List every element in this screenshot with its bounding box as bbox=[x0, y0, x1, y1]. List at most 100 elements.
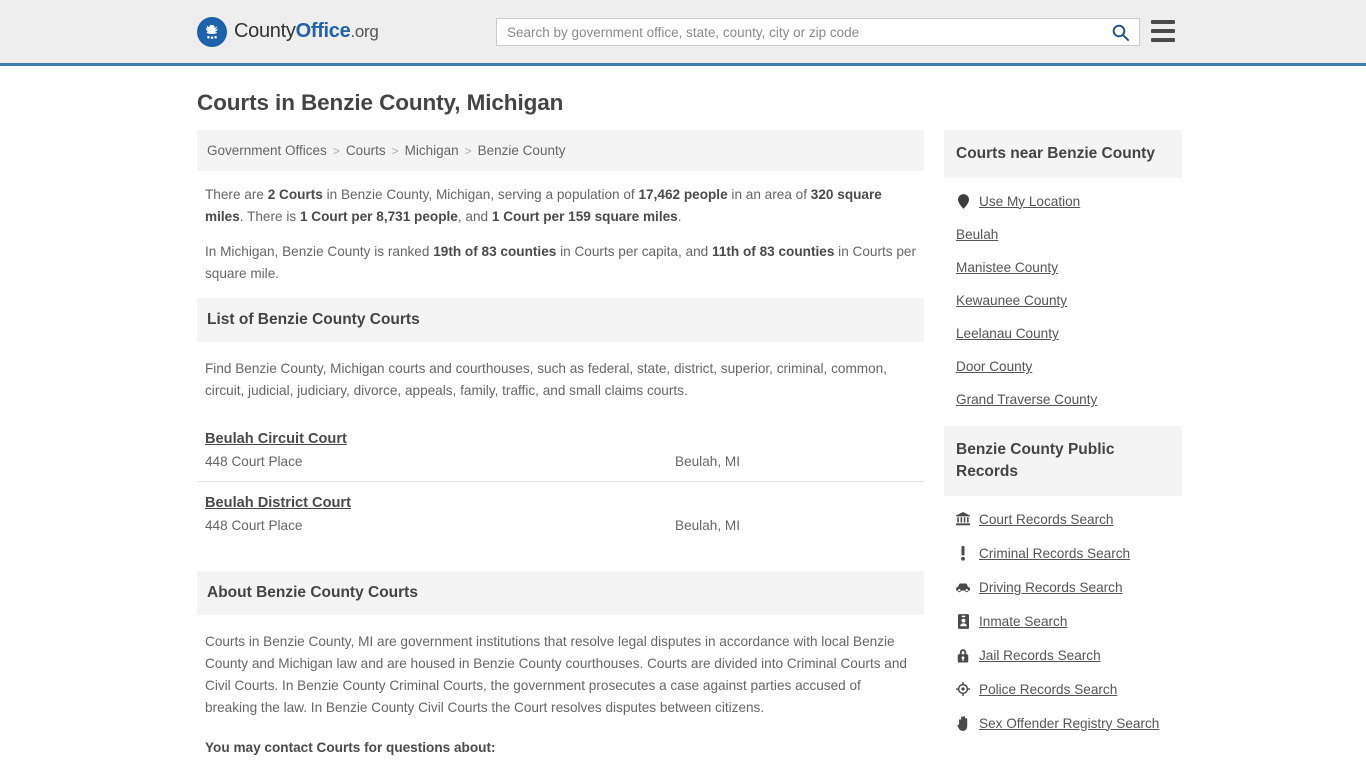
page-container: Courts in Benzie County, Michigan Govern… bbox=[0, 90, 1366, 768]
brand-text-office: Office bbox=[295, 20, 351, 42]
court-city: Beulah, MI bbox=[675, 454, 740, 469]
breadcrumb-separator: > bbox=[332, 143, 340, 158]
stat-text: in an area of bbox=[727, 187, 811, 202]
police-badge-icon bbox=[956, 681, 970, 697]
search-button[interactable] bbox=[1101, 19, 1139, 45]
lock-icon bbox=[956, 647, 970, 663]
brand-wordmark: CountyOffice.org bbox=[234, 20, 379, 43]
brand-text-county: County bbox=[234, 20, 296, 42]
court-address: 448 Court Place bbox=[205, 518, 303, 533]
stat-value: 11th of 83 counties bbox=[712, 244, 835, 259]
court-name-link[interactable]: Beulah District Court bbox=[205, 495, 351, 511]
about-heading: About Benzie County Courts bbox=[197, 571, 924, 615]
court-name-link[interactable]: Beulah Circuit Court bbox=[205, 431, 347, 447]
about-paragraph: Courts in Benzie County, MI are governme… bbox=[205, 634, 907, 715]
public-record-item[interactable]: Inmate Search bbox=[944, 604, 1182, 638]
about-contact-lead: You may contact Courts for questions abo… bbox=[205, 740, 496, 755]
public-record-link[interactable]: Driving Records Search bbox=[979, 580, 1123, 595]
courts-list-body: Find Benzie County, Michigan courts and … bbox=[197, 358, 924, 402]
stats-paragraph-1: There are 2 Courts in Benzie County, Mic… bbox=[205, 184, 916, 228]
content-layout: Government Offices > Courts > Michigan > Benzi… bbox=[197, 130, 1182, 768]
nearby-courts-heading: Courts near Benzie County bbox=[944, 130, 1182, 178]
stat-text: . bbox=[677, 209, 682, 224]
stat-value: 19th of 83 counties bbox=[433, 244, 557, 259]
page-title: Courts in Benzie County, Michigan bbox=[197, 90, 564, 115]
nearby-court-item[interactable]: Use My Location bbox=[944, 184, 1182, 218]
hamburger-bar bbox=[1151, 20, 1175, 24]
public-record-item[interactable]: Jail Records Search bbox=[944, 638, 1182, 672]
breadcrumb-separator: > bbox=[391, 143, 399, 158]
stat-text: in Courts per capita, and bbox=[556, 244, 713, 259]
hand-icon bbox=[956, 715, 970, 731]
site-logo-link[interactable]: CountyOffice.org bbox=[197, 16, 379, 47]
courts-list-heading: List of Benzie County Courts bbox=[197, 298, 924, 342]
public-record-link[interactable]: Jail Records Search bbox=[979, 648, 1101, 663]
hamburger-bar bbox=[1151, 38, 1175, 42]
nearby-court-item[interactable]: Manistee County bbox=[944, 251, 1182, 284]
breadcrumb-item-michigan[interactable]: Michigan bbox=[405, 143, 459, 158]
public-record-link[interactable]: Sex Offender Registry Search bbox=[979, 716, 1159, 731]
public-record-link[interactable]: Court Records Search bbox=[979, 512, 1113, 527]
stat-text: . There is bbox=[239, 209, 300, 224]
nearby-court-item[interactable]: Grand Traverse County bbox=[944, 383, 1182, 416]
car-icon bbox=[956, 579, 970, 595]
brand-text-org: .org bbox=[350, 22, 379, 41]
county-stats: There are 2 Courts in Benzie County, Mic… bbox=[197, 184, 924, 285]
nearby-court-item[interactable]: Door County bbox=[944, 350, 1182, 383]
breadcrumb: Government Offices > Courts > Michigan > Benzi… bbox=[197, 130, 924, 171]
breadcrumb-item-benzie-county: Benzie County bbox=[477, 143, 566, 158]
court-details: 448 Court Place Beulah, MI bbox=[205, 454, 916, 469]
sidebar-column: Courts near Benzie County Use My Locatio… bbox=[944, 130, 1182, 750]
stat-text: , and bbox=[457, 209, 492, 224]
nearby-court-link[interactable]: Grand Traverse County bbox=[956, 392, 1097, 407]
stat-value: 2 Courts bbox=[267, 187, 323, 202]
stat-value: 1 Court per 159 square miles bbox=[491, 209, 678, 224]
about-body: Courts in Benzie County, MI are governme… bbox=[197, 631, 924, 768]
nearby-court-link[interactable]: Leelanau County bbox=[956, 326, 1059, 341]
public-record-link[interactable]: Criminal Records Search bbox=[979, 546, 1130, 561]
nearby-court-link[interactable]: Kewaunee County bbox=[956, 293, 1067, 308]
nearby-court-item[interactable]: Leelanau County bbox=[944, 317, 1182, 350]
public-record-item[interactable]: Court Records Search bbox=[944, 502, 1182, 536]
nearby-court-link[interactable]: Use My Location bbox=[979, 194, 1080, 209]
table-row: Beulah Circuit Court 448 Court Place Beula… bbox=[197, 418, 924, 482]
public-record-link[interactable]: Police Records Search bbox=[979, 682, 1117, 697]
nearby-court-item[interactable]: Beulah bbox=[944, 218, 1182, 251]
hamburger-menu-icon[interactable] bbox=[1151, 20, 1175, 42]
site-header: CountyOffice.org bbox=[0, 0, 1366, 66]
main-column: Government Offices > Courts > Michigan > Benzi… bbox=[197, 130, 924, 768]
courts-table: Beulah Circuit Court 448 Court Place Beula… bbox=[197, 418, 924, 545]
exclamation-icon bbox=[956, 545, 970, 561]
search-icon bbox=[1112, 24, 1129, 41]
court-address: 448 Court Place bbox=[205, 454, 303, 469]
hamburger-bar bbox=[1151, 29, 1175, 33]
nearby-court-item[interactable]: Kewaunee County bbox=[944, 284, 1182, 317]
stat-text: In Michigan, Benzie County is ranked bbox=[205, 244, 434, 259]
public-record-item[interactable]: Police Records Search bbox=[944, 672, 1182, 706]
public-records-heading: Benzie County Public Records bbox=[944, 426, 1182, 496]
courthouse-icon bbox=[956, 511, 970, 527]
stat-value: 17,462 people bbox=[638, 187, 728, 202]
public-record-item[interactable]: Criminal Records Search bbox=[944, 536, 1182, 570]
nearby-court-link[interactable]: Manistee County bbox=[956, 260, 1058, 275]
public-record-item[interactable]: Driving Records Search bbox=[944, 570, 1182, 604]
stat-text: in Benzie County, Michigan, serving a po… bbox=[322, 187, 639, 202]
public-record-item[interactable]: Sex Offender Registry Search bbox=[944, 706, 1182, 740]
nearby-court-link[interactable]: Door County bbox=[956, 359, 1032, 374]
breadcrumb-item-government-offices[interactable]: Government Offices bbox=[207, 143, 327, 158]
stat-value: 1 Court per 8,731 people bbox=[299, 209, 458, 224]
court-details: 448 Court Place Beulah, MI bbox=[205, 518, 916, 533]
nearby-court-link[interactable]: Beulah bbox=[956, 227, 998, 242]
search-bar[interactable] bbox=[496, 18, 1140, 46]
breadcrumb-item-courts[interactable]: Courts bbox=[346, 143, 386, 158]
breadcrumb-separator: > bbox=[464, 143, 472, 158]
public-record-link[interactable]: Inmate Search bbox=[979, 614, 1067, 629]
courts-list-intro: Find Benzie County, Michigan courts and … bbox=[205, 361, 888, 398]
map-pin-icon bbox=[956, 193, 970, 209]
public-records-list: Court Records Search Criminal Records Sea… bbox=[944, 496, 1182, 750]
table-row: Beulah District Court 448 Court Place Beul… bbox=[197, 482, 924, 545]
eagle-shield-icon bbox=[197, 16, 227, 47]
nearby-courts-list: Use My Location Beulah Manistee County Kewa… bbox=[944, 178, 1182, 426]
search-input[interactable] bbox=[497, 19, 1101, 45]
